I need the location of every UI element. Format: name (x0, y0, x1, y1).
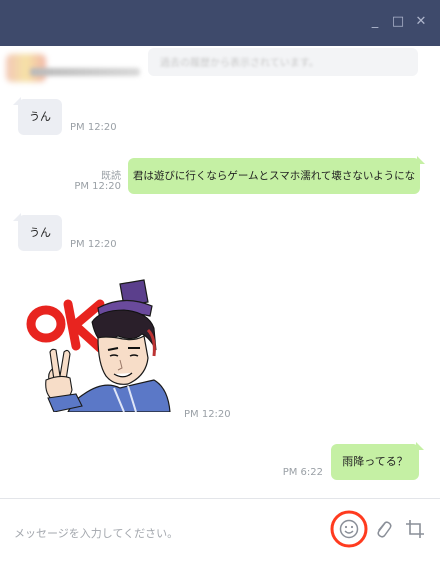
title-bar: _ □ ✕ (0, 0, 440, 46)
crop-icon[interactable] (404, 518, 426, 540)
message-time: PM 12:20 (70, 122, 117, 133)
message-bubble-incoming[interactable]: うん (13, 97, 62, 135)
kimono-graphic (67, 379, 171, 412)
message-bubble-incoming[interactable]: うん (13, 213, 62, 251)
chat-window: _ □ ✕ 過去の履歴から表示されています。 うん PM 12:20 既読 PM… (0, 0, 440, 561)
message-time: PM 12:20 (74, 181, 121, 192)
ok-sticker[interactable] (24, 276, 172, 412)
maximize-button[interactable]: □ (390, 14, 406, 30)
message-time: PM 12:20 (70, 239, 117, 250)
message-time: PM 12:20 (184, 409, 231, 420)
message-bubble-outgoing[interactable]: 君は遊びに行くならゲームとスマホ濡れて壊さないようにな (128, 156, 425, 194)
ok-text-graphic (26, 299, 105, 353)
paperclip-icon[interactable] (373, 518, 393, 540)
minimize-button[interactable]: _ (367, 14, 383, 30)
history-notice-text: 過去の履歴から表示されています。 (160, 58, 319, 69)
message-list[interactable]: 過去の履歴から表示されています。 うん PM 12:20 既読 PM 12:20… (0, 46, 440, 498)
read-receipt: 既読 (101, 171, 121, 182)
peace-sign-hand-graphic (45, 348, 83, 412)
message-bubble-outgoing[interactable]: 雨降ってる？ (331, 442, 424, 480)
sender-name-blurred (30, 68, 140, 76)
close-button[interactable]: ✕ (413, 14, 429, 30)
message-time: PM 6:22 (282, 467, 323, 478)
message-input[interactable]: メッセージを入力してください。 (14, 525, 178, 541)
smiley-icon[interactable] (330, 510, 368, 548)
